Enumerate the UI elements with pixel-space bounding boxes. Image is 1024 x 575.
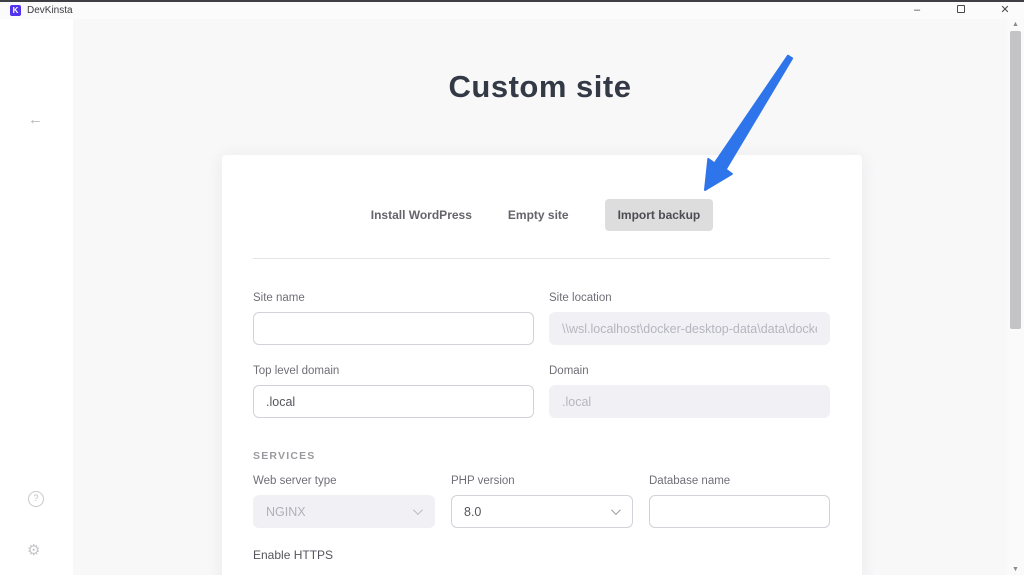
web-server-field-group: Web server type NGINX <box>253 475 435 528</box>
php-version-select[interactable]: 8.0 <box>451 495 633 528</box>
database-name-label: Database name <box>649 475 830 487</box>
titlebar: K DevKinsta – ✕ <box>0 0 1024 19</box>
php-version-value: 8.0 <box>464 505 481 519</box>
scrollbar-thumb[interactable] <box>1010 31 1021 329</box>
devkinsta-logo-icon: K <box>10 5 21 16</box>
tabs-divider <box>253 258 830 259</box>
top-level-domain-field-group: Top level domain <box>253 365 534 418</box>
scroll-up-icon[interactable]: ▲ <box>1007 21 1024 28</box>
help-icon[interactable]: ? <box>28 491 44 507</box>
site-name-field-group: Site name <box>253 292 534 345</box>
domain-field-group: Domain <box>549 365 830 418</box>
top-level-domain-label: Top level domain <box>253 365 534 377</box>
site-location-input <box>549 312 830 345</box>
web-server-type-value: NGINX <box>266 505 306 519</box>
domain-label: Domain <box>549 365 830 377</box>
chevron-down-icon <box>611 505 621 515</box>
database-name-input[interactable] <box>649 495 830 528</box>
scroll-down-icon[interactable]: ▼ <box>1007 566 1024 573</box>
vertical-scrollbar[interactable]: ▲ ▼ <box>1007 19 1024 575</box>
maximize-icon[interactable] <box>954 2 968 19</box>
php-version-label: PHP version <box>451 475 633 487</box>
page-title: Custom site <box>73 69 1007 105</box>
top-level-domain-input[interactable] <box>253 385 534 418</box>
site-location-label: Site location <box>549 292 830 304</box>
settings-gear-icon[interactable]: ⚙ <box>27 541 40 559</box>
services-section-heading: SERVICES <box>253 450 316 462</box>
back-arrow-icon[interactable]: ← <box>28 111 43 128</box>
chevron-down-icon <box>413 505 423 515</box>
minimize-icon[interactable]: – <box>910 2 924 19</box>
app-title: DevKinsta <box>27 5 73 16</box>
site-name-label: Site name <box>253 292 534 304</box>
web-server-type-select: NGINX <box>253 495 435 528</box>
web-server-type-label: Web server type <box>253 475 435 487</box>
restore-window-icon <box>957 5 965 13</box>
create-site-card: Install WordPress Empty site Import back… <box>222 155 862 575</box>
domain-input <box>549 385 830 418</box>
window-controls: – ✕ <box>910 2 1016 19</box>
tab-empty-site[interactable]: Empty site <box>508 208 569 222</box>
database-name-field-group: Database name <box>649 475 830 528</box>
php-version-field-group: PHP version 8.0 <box>451 475 633 528</box>
close-icon[interactable]: ✕ <box>998 2 1012 19</box>
site-type-tabs: Install WordPress Empty site Import back… <box>222 199 862 231</box>
sidebar: ← ? ⚙ <box>0 19 73 575</box>
tab-install-wordpress[interactable]: Install WordPress <box>371 208 472 222</box>
enable-https-label: Enable HTTPS <box>253 548 333 562</box>
site-name-input[interactable] <box>253 312 534 345</box>
tab-import-backup[interactable]: Import backup <box>605 199 714 231</box>
site-location-field-group: Site location <box>549 292 830 345</box>
